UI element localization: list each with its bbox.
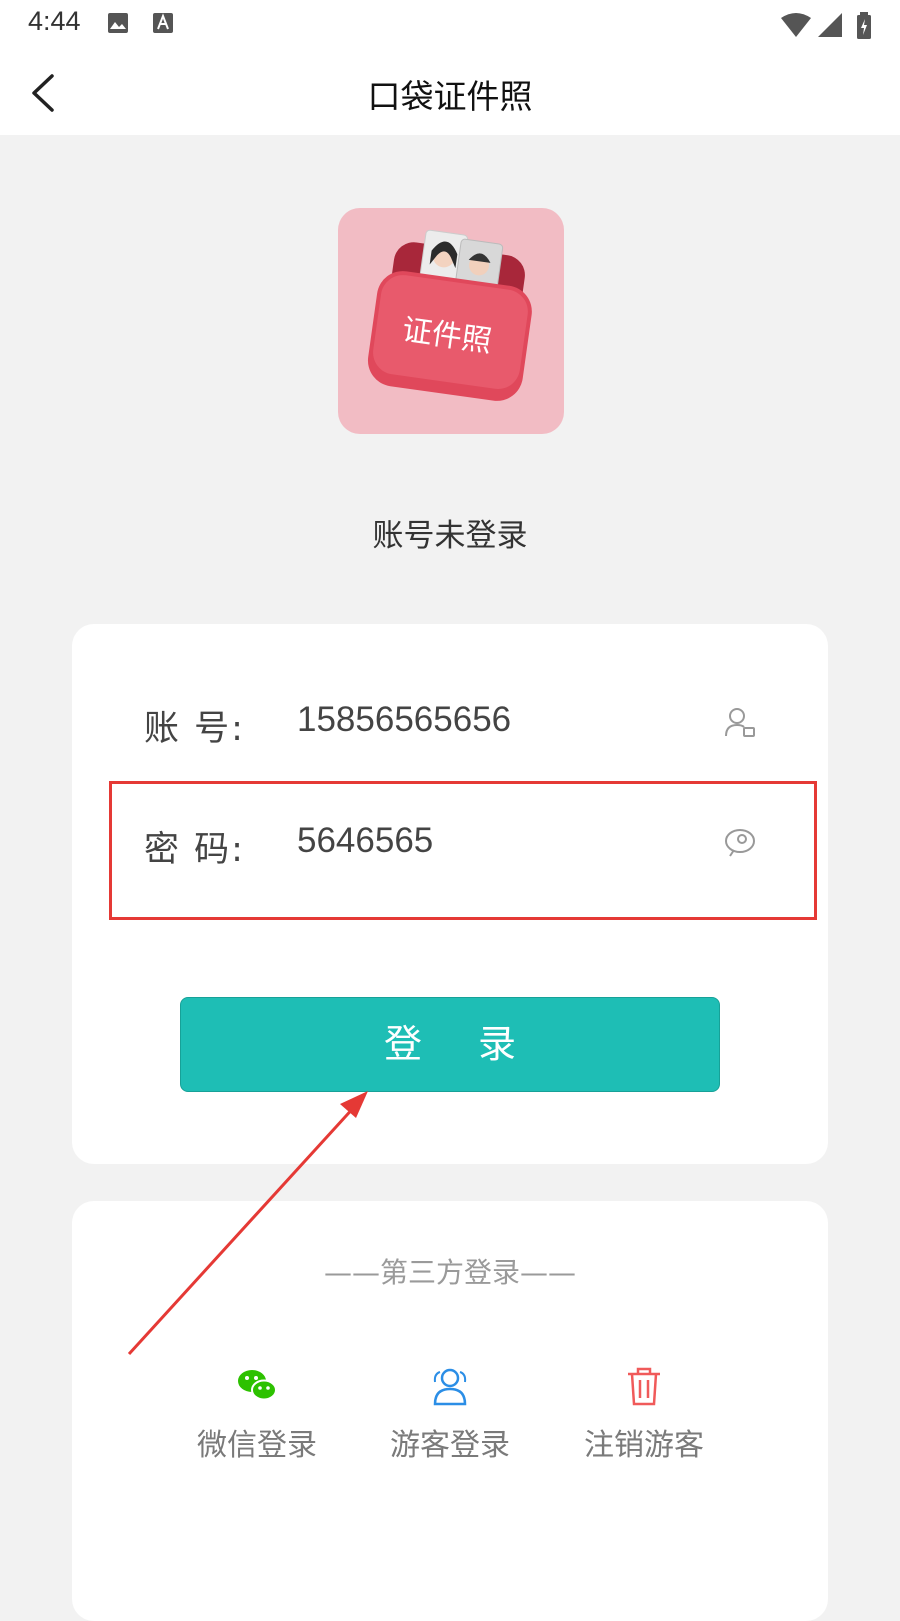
wechat-icon: [238, 1370, 277, 1401]
password-highlight-box: [109, 781, 817, 920]
app-header: 口袋证件照: [0, 48, 900, 135]
user-icon: [725, 708, 755, 737]
account-input[interactable]: 15856565656: [297, 700, 511, 740]
third-party-title: ——第三方登录——: [323, 1256, 576, 1289]
trash-icon: [628, 1367, 660, 1406]
page-title: 口袋证件照: [367, 77, 533, 116]
login-button[interactable]: 登 录: [180, 997, 720, 1092]
status-bar: 4:44: [0, 0, 900, 48]
signal-icon: [818, 13, 842, 37]
guest-login-label: 游客登录: [390, 1428, 510, 1463]
third-party-login-card: ——第三方登录—— 微信登录 游客登录 注销游客: [72, 1201, 828, 1621]
app-logo: 证件照: [338, 208, 564, 434]
wechat-login-option[interactable]: 微信登录: [177, 1364, 337, 1464]
wifi-icon: [781, 13, 811, 37]
wechat-login-label: 微信登录: [197, 1428, 317, 1463]
account-label: 账 号:: [144, 709, 245, 749]
status-time: 4:44: [28, 6, 81, 36]
guest-icon: [433, 1368, 467, 1406]
guest-login-option[interactable]: 游客登录: [370, 1364, 530, 1464]
text-notification-icon: [153, 13, 173, 33]
cancel-guest-option[interactable]: 注销游客: [564, 1364, 724, 1464]
image-notification-icon: [108, 13, 128, 33]
login-status-text: 账号未登录: [372, 518, 528, 554]
battery-icon: [857, 12, 871, 39]
cancel-guest-label: 注销游客: [584, 1428, 704, 1463]
